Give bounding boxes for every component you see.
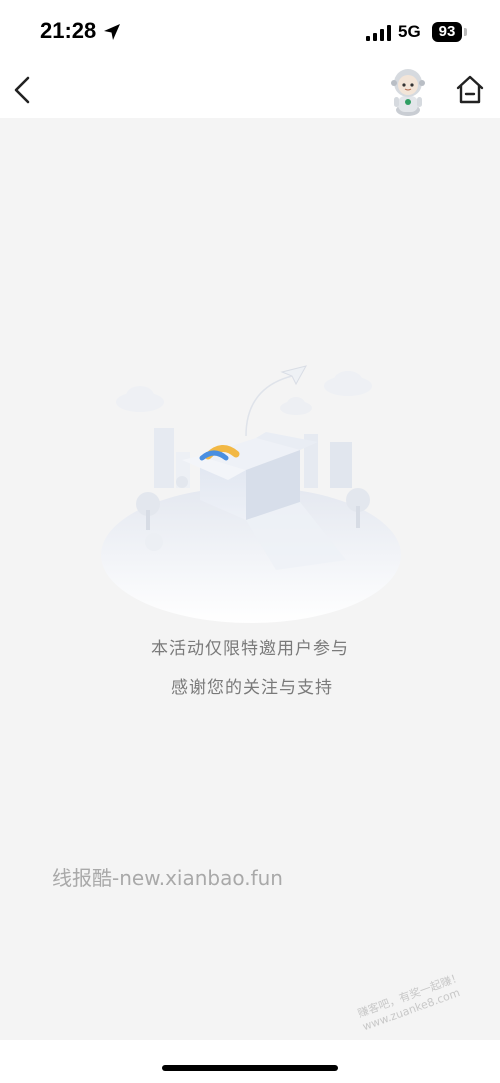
corner-watermark: 赚客吧，有奖一起赚！ www.zuanke8.com xyxy=(356,970,469,1034)
network-label: 5G xyxy=(398,22,421,41)
bottom-bar xyxy=(0,1040,500,1083)
home-indicator[interactable] xyxy=(162,1065,338,1071)
message-line-1: 本活动仅限特邀用户参与 xyxy=(151,639,349,659)
home-icon[interactable] xyxy=(452,72,488,108)
battery-tip xyxy=(464,28,467,36)
signal-bars-icon xyxy=(366,25,391,41)
back-arrow-icon[interactable] xyxy=(6,70,42,110)
battery-icon: 93 xyxy=(432,22,462,42)
location-arrow-icon xyxy=(104,24,120,40)
mascot-avatar[interactable] xyxy=(385,66,431,116)
empty-state-box-illustration xyxy=(101,365,401,623)
status-bar: 21:28 5G 93 xyxy=(0,0,500,62)
watermark-text: 线报酷-new.xianbao.fun xyxy=(52,866,283,890)
status-time: 21:28 xyxy=(40,18,97,43)
message-line-2: 感谢您的关注与支持 xyxy=(171,678,333,698)
nav-bar xyxy=(0,62,500,118)
